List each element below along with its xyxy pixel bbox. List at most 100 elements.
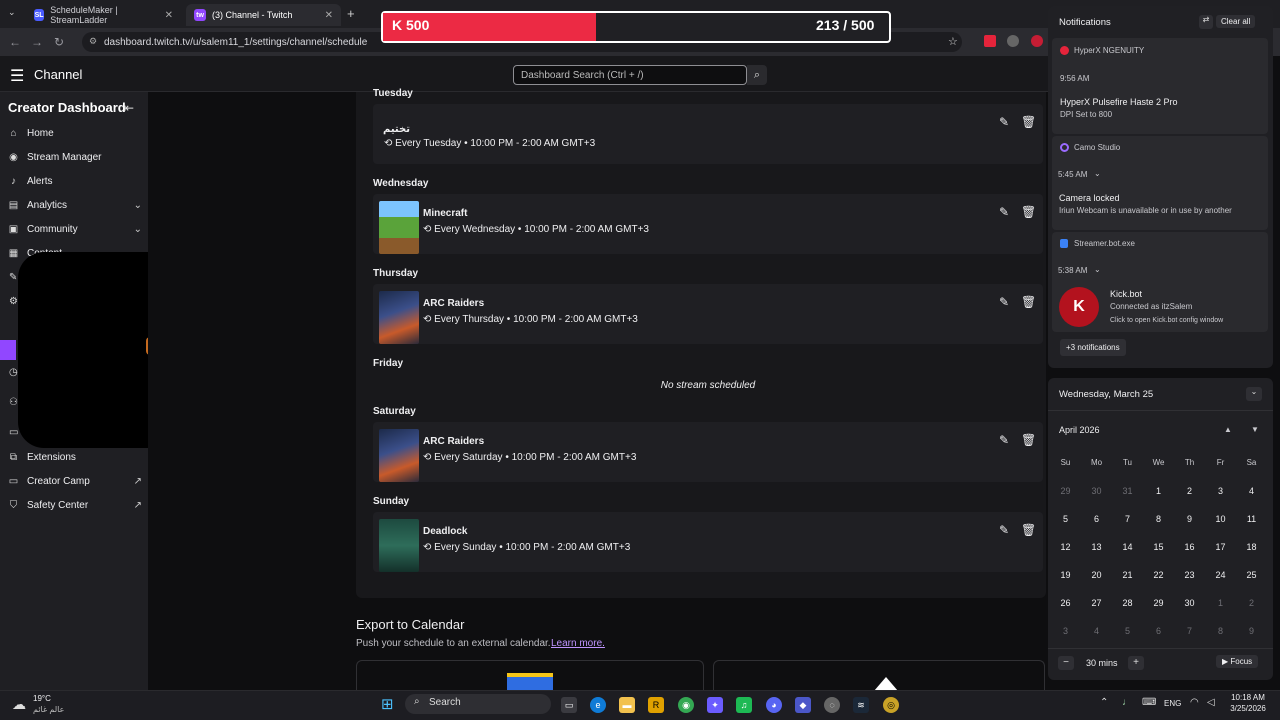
windows-start-icon[interactable]: ⊞ <box>381 695 394 713</box>
sidebar-item-home[interactable]: ⌂ Home <box>8 123 142 143</box>
edit-pencil-icon[interactable]: ✎ <box>999 205 1009 219</box>
bookmark-star-icon[interactable]: ☆ <box>948 35 958 48</box>
focus-button[interactable]: ▶ Focus <box>1216 655 1259 668</box>
edit-pencil-icon[interactable]: ✎ <box>999 115 1009 129</box>
calendar-day[interactable]: 17 <box>1205 542 1236 570</box>
close-icon[interactable]: ✕ <box>325 10 333 21</box>
calendar-day[interactable]: 15 <box>1143 542 1174 570</box>
calendar-day[interactable]: 14 <box>1112 542 1143 570</box>
calendar-day[interactable]: 20 <box>1081 570 1112 598</box>
notification-hyperx[interactable]: HyperX NGENUITY 9:56 AM HyperX Pulsefire… <box>1052 38 1268 134</box>
decrease-focus-button[interactable]: − <box>1058 656 1074 670</box>
extension-icon[interactable] <box>984 35 996 47</box>
calendar-day[interactable]: 18 <box>1236 542 1267 570</box>
more-notifications-button[interactable]: +3 notifications <box>1060 339 1126 356</box>
tab-schedulemaker[interactable]: SL ScheduleMaker | StreamLadder ✕ <box>26 4 181 26</box>
tab-channel-twitch[interactable]: tw (3) Channel - Twitch ✕ <box>186 4 341 26</box>
close-icon[interactable]: ✕ <box>165 10 173 21</box>
calendar-day[interactable]: 31 <box>1112 486 1143 514</box>
back-icon[interactable]: ← <box>4 35 26 49</box>
calendar-day[interactable]: 9 <box>1174 514 1205 542</box>
clock-time[interactable]: 10:18 AM <box>1228 693 1268 702</box>
export-option-card[interactable] <box>356 660 704 691</box>
task-view-icon[interactable]: ▭ <box>561 697 577 713</box>
taskbar-search[interactable]: ⌕ Search <box>405 694 551 714</box>
delete-trash-icon[interactable]: 🗑 <box>1021 433 1036 447</box>
delete-trash-icon[interactable]: 🗑 <box>1021 523 1036 537</box>
delete-trash-icon[interactable]: 🗑 <box>1021 205 1036 219</box>
volume-icon[interactable]: ◁ <box>1207 697 1215 708</box>
collapse-sidebar-icon[interactable]: ⇤ <box>124 101 134 115</box>
edge-icon[interactable]: e <box>590 697 606 713</box>
calendar-day[interactable]: 8 <box>1205 626 1236 654</box>
microphone-icon[interactable]: ♩ <box>1122 697 1132 708</box>
calendar-day[interactable]: 3 <box>1205 486 1236 514</box>
steam-icon[interactable]: ≋ <box>853 697 869 713</box>
search-icon[interactable]: ⌕ <box>747 65 767 85</box>
edit-pencil-icon[interactable]: ✎ <box>999 295 1009 309</box>
delete-trash-icon[interactable]: 🗑 <box>1021 115 1036 129</box>
calendar-day[interactable]: 19 <box>1050 570 1081 598</box>
keyboard-icon[interactable]: ⌨ <box>1142 697 1156 708</box>
calendar-day[interactable]: 1 <box>1143 486 1174 514</box>
tab-list-icon[interactable]: ⌄ <box>8 7 16 18</box>
edit-pencil-icon[interactable]: ✎ <box>999 433 1009 447</box>
extension-icon[interactable] <box>1007 35 1019 47</box>
clear-all-button[interactable]: Clear all <box>1216 15 1256 28</box>
edit-pencil-icon[interactable]: ✎ <box>999 523 1009 537</box>
calendar-day[interactable]: 12 <box>1050 542 1081 570</box>
calendar-day[interactable]: 6 <box>1143 626 1174 654</box>
calendar-day[interactable]: 1 <box>1205 598 1236 626</box>
calendar-day[interactable]: 7 <box>1112 514 1143 542</box>
calendar-day[interactable]: 11 <box>1236 514 1267 542</box>
calendar-day[interactable]: 22 <box>1143 570 1174 598</box>
site-info-icon[interactable]: ⚙ <box>89 36 97 47</box>
calendar-day[interactable]: 26 <box>1050 598 1081 626</box>
calendar-day[interactable]: 3 <box>1050 626 1081 654</box>
previous-month-icon[interactable]: ▲ <box>1224 425 1232 434</box>
next-month-icon[interactable]: ▼ <box>1251 425 1259 434</box>
app-icon[interactable]: ◆ <box>795 697 811 713</box>
calendar-day[interactable]: 8 <box>1143 514 1174 542</box>
calendar-day[interactable]: 5 <box>1050 514 1081 542</box>
calendar-day[interactable]: 4 <box>1081 626 1112 654</box>
app-icon[interactable]: ✦ <box>707 697 723 713</box>
calendar-day[interactable]: 30 <box>1174 598 1205 626</box>
forward-icon[interactable]: → <box>26 35 48 49</box>
sidebar-item-creator-camp[interactable]: ▭ Creator Camp ↗ <box>8 471 142 491</box>
sidebar-item-community[interactable]: ▣ Community ⌄ <box>8 219 142 239</box>
calendar-day[interactable]: 9 <box>1236 626 1267 654</box>
calendar-day[interactable]: 2 <box>1236 598 1267 626</box>
calendar-day[interactable]: 23 <box>1174 570 1205 598</box>
app-icon[interactable]: ◌ <box>824 697 840 713</box>
increase-focus-button[interactable]: + <box>1128 656 1144 670</box>
sidebar-item-extensions[interactable]: ⧉ Extensions <box>8 447 142 467</box>
sidebar-item-safety-center[interactable]: ⛉ Safety Center ↗ <box>8 495 142 515</box>
do-not-disturb-icon[interactable]: ⇄ <box>1199 15 1213 29</box>
dashboard-search-input[interactable]: Dashboard Search (Ctrl + /) <box>513 65 747 85</box>
calendar-day[interactable]: 7 <box>1174 626 1205 654</box>
calendar-day[interactable]: 21 <box>1112 570 1143 598</box>
calendar-day[interactable]: 5 <box>1112 626 1143 654</box>
file-explorer-icon[interactable]: ▬ <box>619 697 635 713</box>
calendar-day[interactable]: 29 <box>1143 598 1174 626</box>
calendar-day[interactable]: 24 <box>1205 570 1236 598</box>
chevron-down-icon[interactable]: ⌄ <box>1094 265 1101 274</box>
notification-camo[interactable]: Camo Studio 5:45 AM ⌄ Camera locked Iriu… <box>1052 136 1268 230</box>
wifi-icon[interactable]: ◠ <box>1190 697 1199 708</box>
extension-icon[interactable] <box>1031 35 1043 47</box>
calendar-day[interactable]: 29 <box>1050 486 1081 514</box>
new-tab-icon[interactable]: + <box>347 6 355 21</box>
calendar-day[interactable]: 27 <box>1081 598 1112 626</box>
export-option-card[interactable] <box>713 660 1045 691</box>
reload-icon[interactable]: ↻ <box>48 35 70 49</box>
calendar-day[interactable]: 16 <box>1174 542 1205 570</box>
sidebar-item-alerts[interactable]: ♪ Alerts <box>8 171 142 191</box>
calendar-day[interactable]: 28 <box>1112 598 1143 626</box>
learn-more-link[interactable]: Learn more. <box>551 638 605 649</box>
language-indicator[interactable]: ENG <box>1164 699 1181 708</box>
delete-trash-icon[interactable]: 🗑 <box>1021 295 1036 309</box>
clock-date[interactable]: 3/25/2026 <box>1226 704 1270 713</box>
calendar-day[interactable]: 30 <box>1081 486 1112 514</box>
app-icon[interactable]: ♫ <box>736 697 752 713</box>
